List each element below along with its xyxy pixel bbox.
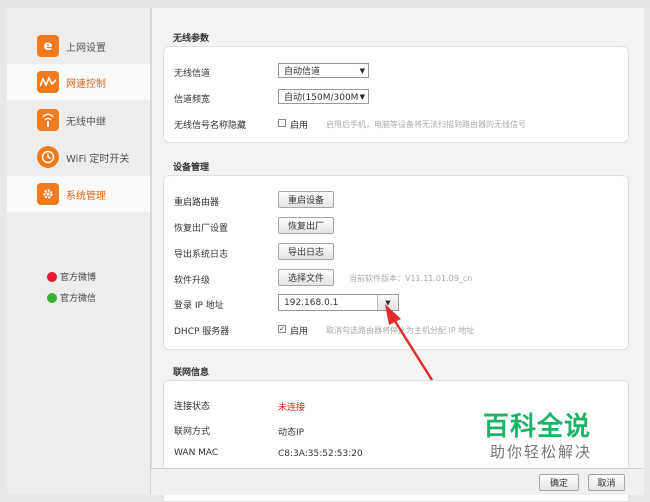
watermark-title: 百科全说 (483, 412, 592, 442)
watermark-subtitle: 助你轻松解决 (490, 443, 593, 461)
